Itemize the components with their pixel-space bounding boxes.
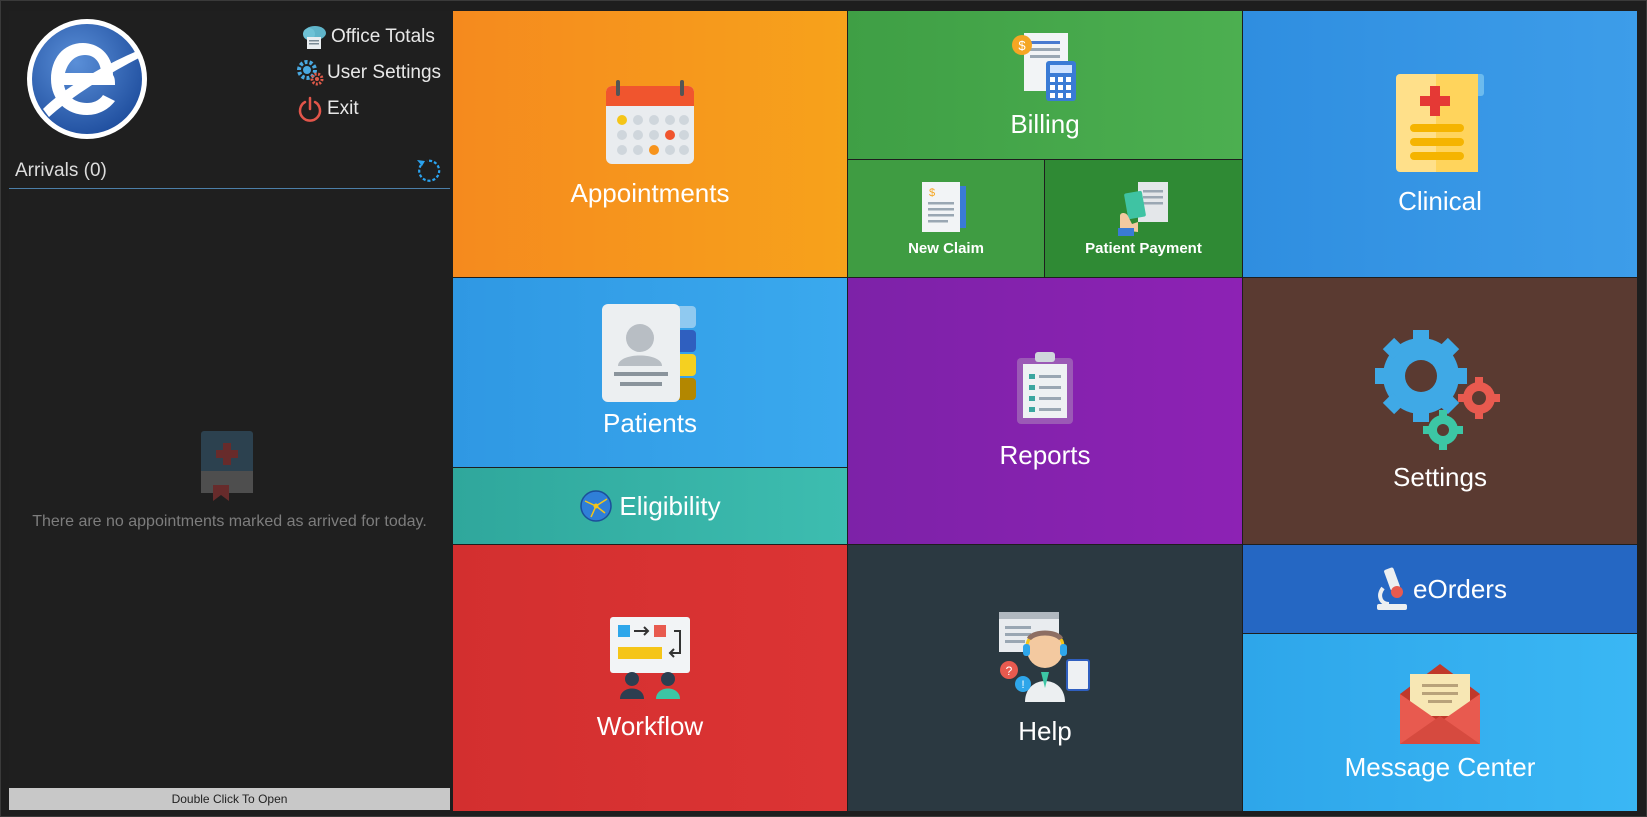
exit-link[interactable]: Exit xyxy=(295,93,359,125)
globe-network-icon xyxy=(580,490,613,522)
user-gear-icon xyxy=(295,58,325,88)
svg-text:?: ? xyxy=(1006,664,1013,678)
patient-payment-label: Patient Payment xyxy=(1085,240,1202,257)
message-center-tile[interactable]: Message Center xyxy=(1243,634,1637,811)
message-center-label: Message Center xyxy=(1344,752,1536,782)
appointments-label: Appointments xyxy=(570,177,730,208)
power-icon xyxy=(295,94,325,124)
arrivals-panel: Office Totals User Settings Exit Arrival… xyxy=(9,11,450,811)
patient-file-icon xyxy=(602,304,696,402)
workflow-tile[interactable]: Workflow xyxy=(453,545,847,811)
new-claim-tile[interactable]: $ New Claim xyxy=(848,160,1044,277)
settings-tile[interactable]: Settings xyxy=(1243,278,1637,544)
eorders-label: eOrders xyxy=(1413,573,1507,604)
user-settings-link[interactable]: User Settings xyxy=(295,57,441,89)
gears-icon xyxy=(1375,329,1500,450)
refresh-icon[interactable] xyxy=(412,155,444,187)
reports-tile[interactable]: Reports xyxy=(848,278,1242,544)
claim-document-icon: $ xyxy=(922,182,966,232)
svg-text:$: $ xyxy=(1018,38,1026,53)
svg-text:!: ! xyxy=(1021,679,1024,691)
user-settings-label: User Settings xyxy=(327,62,442,83)
eligibility-tile[interactable]: Eligibility xyxy=(453,468,847,544)
billing-label: Billing xyxy=(1010,108,1080,139)
empty-arrivals-message: There are no appointments marked as arri… xyxy=(32,513,427,530)
patients-label: Patients xyxy=(603,408,697,438)
app-window: Office Totals User Settings Exit Arrival… xyxy=(0,0,1647,817)
billing-tile[interactable]: $ Billing xyxy=(848,11,1242,159)
workflow-label: Workflow xyxy=(596,710,704,741)
help-tile[interactable]: ? ! Help xyxy=(848,545,1242,811)
patient-payment-tile[interactable]: Patient Payment xyxy=(1045,160,1242,277)
office-totals-link[interactable]: Office Totals xyxy=(299,21,435,53)
eorders-tile[interactable]: eOrders xyxy=(1243,545,1637,633)
arrivals-title: Arrivals (0) xyxy=(15,159,107,181)
appointments-tile[interactable]: Appointments xyxy=(453,11,847,277)
clinical-chart-icon xyxy=(1396,73,1484,172)
clinical-label: Clinical xyxy=(1398,185,1482,216)
empty-arrivals-icon xyxy=(201,431,253,501)
settings-label: Settings xyxy=(1393,461,1487,492)
support-agent-icon: ? ! xyxy=(999,611,1090,702)
clinical-tile[interactable]: Clinical xyxy=(1243,11,1637,277)
patients-tile[interactable]: Patients xyxy=(453,278,847,467)
envelope-icon xyxy=(1400,664,1480,744)
new-claim-label: New Claim xyxy=(908,240,984,257)
arrivals-header: Arrivals (0) xyxy=(9,153,450,189)
eligibility-label: Eligibility xyxy=(619,490,721,521)
clipboard-report-icon xyxy=(1017,351,1073,424)
svg-text:$: $ xyxy=(929,187,935,199)
cloud-docs-icon xyxy=(299,22,329,52)
office-totals-label: Office Totals xyxy=(331,26,435,47)
help-label: Help xyxy=(1018,715,1072,746)
payment-card-icon xyxy=(1117,182,1168,236)
workflow-board-icon xyxy=(610,616,690,699)
reports-label: Reports xyxy=(999,439,1091,470)
microscope-icon xyxy=(1377,567,1408,610)
exit-label: Exit xyxy=(327,98,359,119)
app-logo-icon xyxy=(27,19,147,139)
calendar-icon xyxy=(606,79,694,164)
double-click-open-bar[interactable]: Double Click To Open xyxy=(9,788,450,810)
billing-calculator-icon: $ xyxy=(1012,32,1076,101)
